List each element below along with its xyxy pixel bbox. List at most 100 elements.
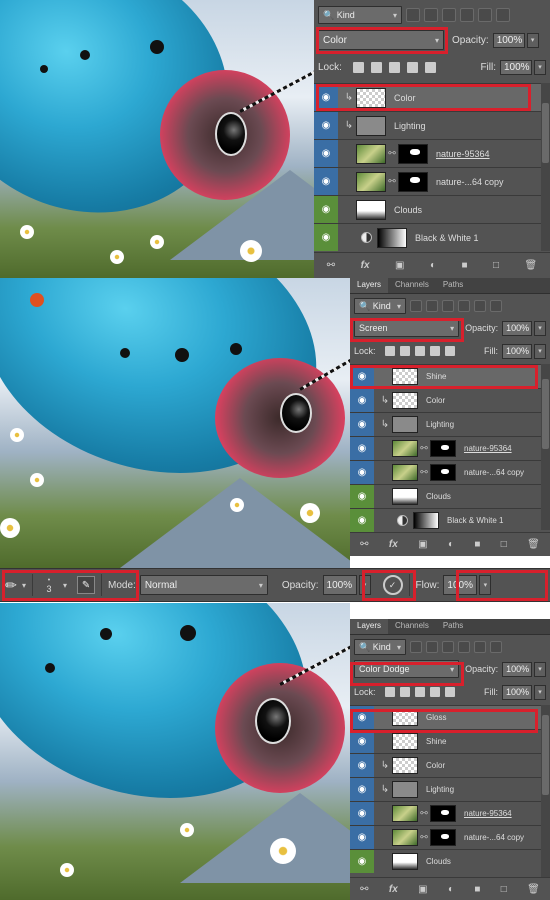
layer-thumbnail[interactable] bbox=[392, 392, 418, 409]
blend-mode-select[interactable]: Color Dodge ▾ bbox=[354, 660, 460, 678]
filter-pixel-icon[interactable] bbox=[410, 300, 422, 312]
trash-icon[interactable]: 🗑 bbox=[527, 884, 540, 895]
lock-artboard-icon[interactable] bbox=[429, 346, 440, 356]
tab-paths[interactable]: Paths bbox=[436, 278, 470, 293]
layer-thumbnail[interactable] bbox=[392, 488, 418, 505]
filter-pixel-icon[interactable] bbox=[406, 8, 420, 22]
opacity-dropdown-icon[interactable]: ▾ bbox=[358, 575, 371, 595]
layer-name[interactable]: Shine bbox=[426, 372, 446, 381]
chevron-down-icon[interactable]: ▾ bbox=[22, 581, 26, 590]
layer-row[interactable]: ◉ Shine bbox=[350, 364, 541, 388]
layer-row[interactable]: ◉ ⚯ nature-95364 bbox=[314, 139, 541, 167]
link-icon[interactable]: ⚯ bbox=[418, 467, 430, 478]
layer-row[interactable]: ◉ Clouds bbox=[350, 484, 541, 508]
layer-row[interactable]: ◉ Clouds bbox=[314, 195, 541, 223]
lock-move-icon[interactable] bbox=[414, 346, 425, 356]
layer-thumbnail[interactable] bbox=[356, 115, 386, 136]
lock-transparent-icon[interactable] bbox=[352, 61, 364, 73]
link-icon[interactable]: ⚯ bbox=[386, 176, 398, 187]
layer-name[interactable]: nature-95364 bbox=[436, 149, 490, 159]
filter-kind-select[interactable]: 🔍 Kind ▾ bbox=[354, 298, 406, 314]
fill-input[interactable]: 100% bbox=[502, 684, 532, 700]
lock-move-icon[interactable] bbox=[388, 61, 400, 73]
layer-name[interactable]: Color bbox=[426, 761, 445, 770]
visibility-eye-icon[interactable]: ◉ bbox=[314, 168, 338, 195]
layer-name[interactable]: nature-...64 copy bbox=[436, 177, 504, 187]
filter-adjustment-icon[interactable] bbox=[424, 8, 438, 22]
filter-toggle-icon[interactable] bbox=[496, 8, 510, 22]
filter-kind-select[interactable]: 🔍 Kind ▾ bbox=[354, 639, 406, 655]
brush-tool-icon[interactable]: ✏ bbox=[0, 574, 22, 596]
link-icon[interactable]: ⚯ bbox=[327, 260, 335, 271]
tab-layers[interactable]: Layers bbox=[350, 278, 389, 293]
opacity-dropdown-icon[interactable]: ▾ bbox=[526, 32, 539, 48]
filter-smart-icon[interactable] bbox=[474, 300, 486, 312]
flow-dropdown-icon[interactable]: ▾ bbox=[479, 575, 492, 595]
lock-brush-icon[interactable] bbox=[370, 61, 382, 73]
layer-name[interactable]: nature-95364 bbox=[464, 444, 512, 453]
layer-name[interactable]: nature-...64 copy bbox=[464, 833, 524, 842]
blend-mode-select[interactable]: Color ▾ bbox=[318, 30, 444, 50]
layer-thumbnail[interactable] bbox=[356, 171, 386, 192]
visibility-eye-icon[interactable]: ◉ bbox=[350, 437, 374, 460]
filter-type-icon[interactable] bbox=[442, 641, 454, 653]
fill-dropdown-icon[interactable]: ▾ bbox=[534, 684, 546, 700]
filter-adjustment-icon[interactable] bbox=[426, 641, 438, 653]
layer-name[interactable]: Lighting bbox=[394, 121, 426, 131]
layer-row[interactable]: ◉ ⚯ nature-...64 copy bbox=[314, 167, 541, 195]
filter-toggle-icon[interactable] bbox=[490, 300, 502, 312]
layer-name[interactable]: Lighting bbox=[426, 785, 454, 794]
visibility-eye-icon[interactable]: ◉ bbox=[350, 754, 374, 777]
brush-panel-icon[interactable]: ✎ bbox=[77, 576, 96, 594]
mode-select[interactable]: Normal ▾ bbox=[139, 575, 268, 595]
link-icon[interactable]: ⚯ bbox=[418, 443, 430, 454]
layer-thumbnail[interactable] bbox=[392, 781, 418, 798]
fx-icon[interactable]: fx bbox=[389, 884, 398, 895]
lock-all-icon[interactable] bbox=[444, 687, 455, 697]
mask-icon[interactable]: ▣ bbox=[418, 539, 427, 550]
adjustment-icon[interactable]: ◐ bbox=[430, 260, 436, 271]
filter-smart-icon[interactable] bbox=[474, 641, 486, 653]
visibility-eye-icon[interactable]: ◉ bbox=[350, 365, 374, 388]
link-icon[interactable]: ⚯ bbox=[360, 539, 368, 550]
fill-dropdown-icon[interactable]: ▾ bbox=[534, 343, 546, 359]
new-layer-icon[interactable]: □ bbox=[501, 884, 507, 895]
filter-toggle-icon[interactable] bbox=[490, 641, 502, 653]
layer-row[interactable]: ◉ ↳ Color bbox=[350, 388, 541, 412]
layer-name[interactable]: Color bbox=[394, 93, 416, 103]
folder-icon[interactable]: ■ bbox=[474, 539, 480, 550]
layer-mask-thumbnail[interactable] bbox=[430, 464, 456, 481]
visibility-eye-icon[interactable]: ◉ bbox=[350, 485, 374, 508]
visibility-eye-icon[interactable]: ◉ bbox=[350, 461, 374, 484]
layer-thumbnail[interactable] bbox=[392, 416, 418, 433]
visibility-eye-icon[interactable]: ◉ bbox=[350, 826, 374, 849]
layer-row[interactable]: ◉ ↳ Lighting bbox=[350, 412, 541, 436]
layer-mask-thumbnail[interactable] bbox=[430, 440, 456, 457]
lock-move-icon[interactable] bbox=[414, 687, 425, 697]
layer-row[interactable]: ◉ ⚯ nature-95364 bbox=[350, 436, 541, 460]
filter-type-icon[interactable] bbox=[442, 8, 456, 22]
layers-scrollbar[interactable] bbox=[541, 705, 550, 877]
filter-adjustment-icon[interactable] bbox=[426, 300, 438, 312]
filter-shape-icon[interactable] bbox=[460, 8, 474, 22]
lock-transparent-icon[interactable] bbox=[384, 687, 395, 697]
layer-row[interactable]: ◉ Clouds bbox=[350, 849, 541, 873]
link-icon[interactable]: ⚯ bbox=[418, 808, 430, 819]
adjustment-icon[interactable]: ◐ bbox=[448, 539, 454, 550]
layer-thumbnail[interactable] bbox=[392, 464, 418, 481]
blend-mode-select[interactable]: Screen ▾ bbox=[354, 319, 460, 337]
lock-artboard-icon[interactable] bbox=[429, 687, 440, 697]
layer-thumbnail[interactable] bbox=[392, 853, 418, 870]
visibility-eye-icon[interactable]: ◉ bbox=[350, 509, 374, 532]
visibility-eye-icon[interactable]: ◉ bbox=[350, 778, 374, 801]
lock-all-icon[interactable] bbox=[424, 61, 436, 73]
visibility-eye-icon[interactable]: ◉ bbox=[350, 706, 374, 729]
lock-artboard-icon[interactable] bbox=[406, 61, 418, 73]
layer-thumbnail[interactable] bbox=[392, 805, 418, 822]
layer-thumbnail[interactable] bbox=[392, 733, 418, 750]
filter-kind-select[interactable]: 🔍 Kind ▾ bbox=[318, 6, 402, 24]
new-layer-icon[interactable]: □ bbox=[501, 539, 507, 550]
layer-thumbnail[interactable] bbox=[413, 512, 439, 529]
fx-icon[interactable]: fx bbox=[361, 260, 370, 271]
visibility-eye-icon[interactable]: ◉ bbox=[314, 224, 338, 251]
